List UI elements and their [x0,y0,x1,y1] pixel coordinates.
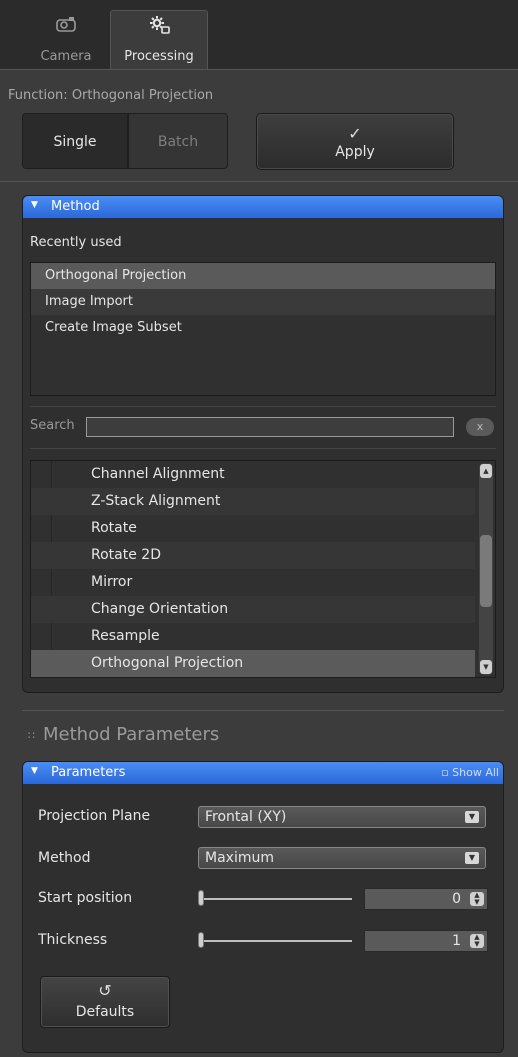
start-position-slider-track[interactable] [202,898,352,900]
undo-icon: ↺ [98,981,112,1000]
scrollbar[interactable]: ▲ ▼ [479,463,493,675]
divider [30,406,496,407]
drag-handle-icon: ∷ [28,728,35,742]
projection-plane-value: Frontal (XY) [205,809,287,825]
function-label-text: Function: [8,88,68,103]
list-item[interactable]: Resample [31,623,475,650]
clear-search-button[interactable]: x [466,418,494,436]
search-input[interactable] [86,417,454,437]
gear-icon [111,15,207,37]
list-item[interactable]: Channel Alignment [31,461,475,488]
projection-plane-label: Projection Plane [38,808,151,824]
apply-label: Apply [335,144,375,160]
start-position-slider-thumb[interactable] [198,890,204,906]
show-all-label: Show All [452,766,499,779]
batch-mode-label: Batch [157,134,199,150]
chevron-down-icon: ▼ [465,811,479,823]
method-panel-title: Method [51,199,100,214]
thickness-slider-thumb[interactable] [198,932,204,948]
list-item[interactable]: Rotate [31,515,475,542]
collapse-arrow-icon: ▼ [31,200,38,210]
scroll-thumb[interactable] [480,535,492,607]
tab-processing[interactable]: Processing [110,10,208,70]
list-item[interactable]: Orthogonal Projection [31,650,475,677]
parameters-panel-title: Parameters [51,765,126,780]
thickness-value: 1 [452,933,461,949]
projection-plane-dropdown[interactable]: Frontal (XY) ▼ [198,806,486,828]
divider [30,448,496,449]
collapse-arrow-icon: ▼ [31,766,38,776]
apply-button[interactable]: ✓ Apply [256,113,454,170]
list-item[interactable]: Mirror [31,569,475,596]
function-label: Function: Orthogonal Projection [8,88,213,103]
thickness-slider-track[interactable] [202,940,352,942]
stepper-arrows-icon[interactable]: ▲ ▼ [470,934,484,948]
camera-icon [22,14,110,36]
stepper-arrows-icon[interactable]: ▲ ▼ [470,892,484,906]
list-item[interactable]: Create Image Subset [31,315,495,341]
tab-processing-label: Processing [124,49,194,64]
start-position-spinbox[interactable]: 0 ▲ ▼ [364,888,488,910]
tab-camera-label: Camera [40,49,92,64]
tab-bar: Camera Processing [0,0,518,70]
method-panel-header[interactable]: ▼ Method [23,196,503,218]
single-mode-label: Single [53,134,97,150]
thickness-spinbox[interactable]: 1 ▲ ▼ [364,930,488,952]
chevron-down-icon: ▼ [465,852,479,864]
scroll-down-icon[interactable]: ▼ [480,660,492,674]
defaults-button[interactable]: ↺ Defaults [40,976,170,1028]
show-all-toggle[interactable]: ▫ Show All [441,766,499,779]
recently-used-label: Recently used [30,235,122,250]
start-position-label: Start position [38,890,133,906]
defaults-label: Defaults [75,1004,135,1020]
divider [0,181,518,182]
list-item[interactable]: Z-Stack Alignment [31,488,475,515]
list-item[interactable]: Image Import [31,289,495,315]
scroll-up-icon[interactable]: ▲ [480,464,492,478]
method-list: Channel Alignment Z-Stack Alignment Rota… [30,460,496,678]
list-item[interactable]: Change Orientation [31,596,475,623]
divider [22,710,504,711]
list-item[interactable]: Rotate 2D [31,542,475,569]
batch-mode-button[interactable]: Batch [128,113,228,169]
method-dropdown[interactable]: Maximum ▼ [198,847,486,869]
divider [0,69,518,70]
start-position-value: 0 [452,891,461,907]
search-label: Search [30,418,75,433]
recently-used-list: Orthogonal Projection Image Import Creat… [30,262,496,396]
method-parameters-title-text: Method Parameters [43,724,220,745]
tab-camera[interactable]: Camera [22,10,110,70]
parameters-panel-header[interactable]: ▼ Parameters ▫ Show All [23,762,503,784]
thickness-label: Thickness [38,932,108,948]
checkmark-icon: ✓ [348,124,362,143]
single-mode-button[interactable]: Single [22,113,128,169]
method-parameters-title[interactable]: ∷ Method Parameters [28,724,219,745]
list-item[interactable]: Orthogonal Projection [31,263,495,289]
function-value: Orthogonal Projection [71,88,214,103]
method-label: Method [38,850,91,866]
method-value: Maximum [205,850,274,866]
